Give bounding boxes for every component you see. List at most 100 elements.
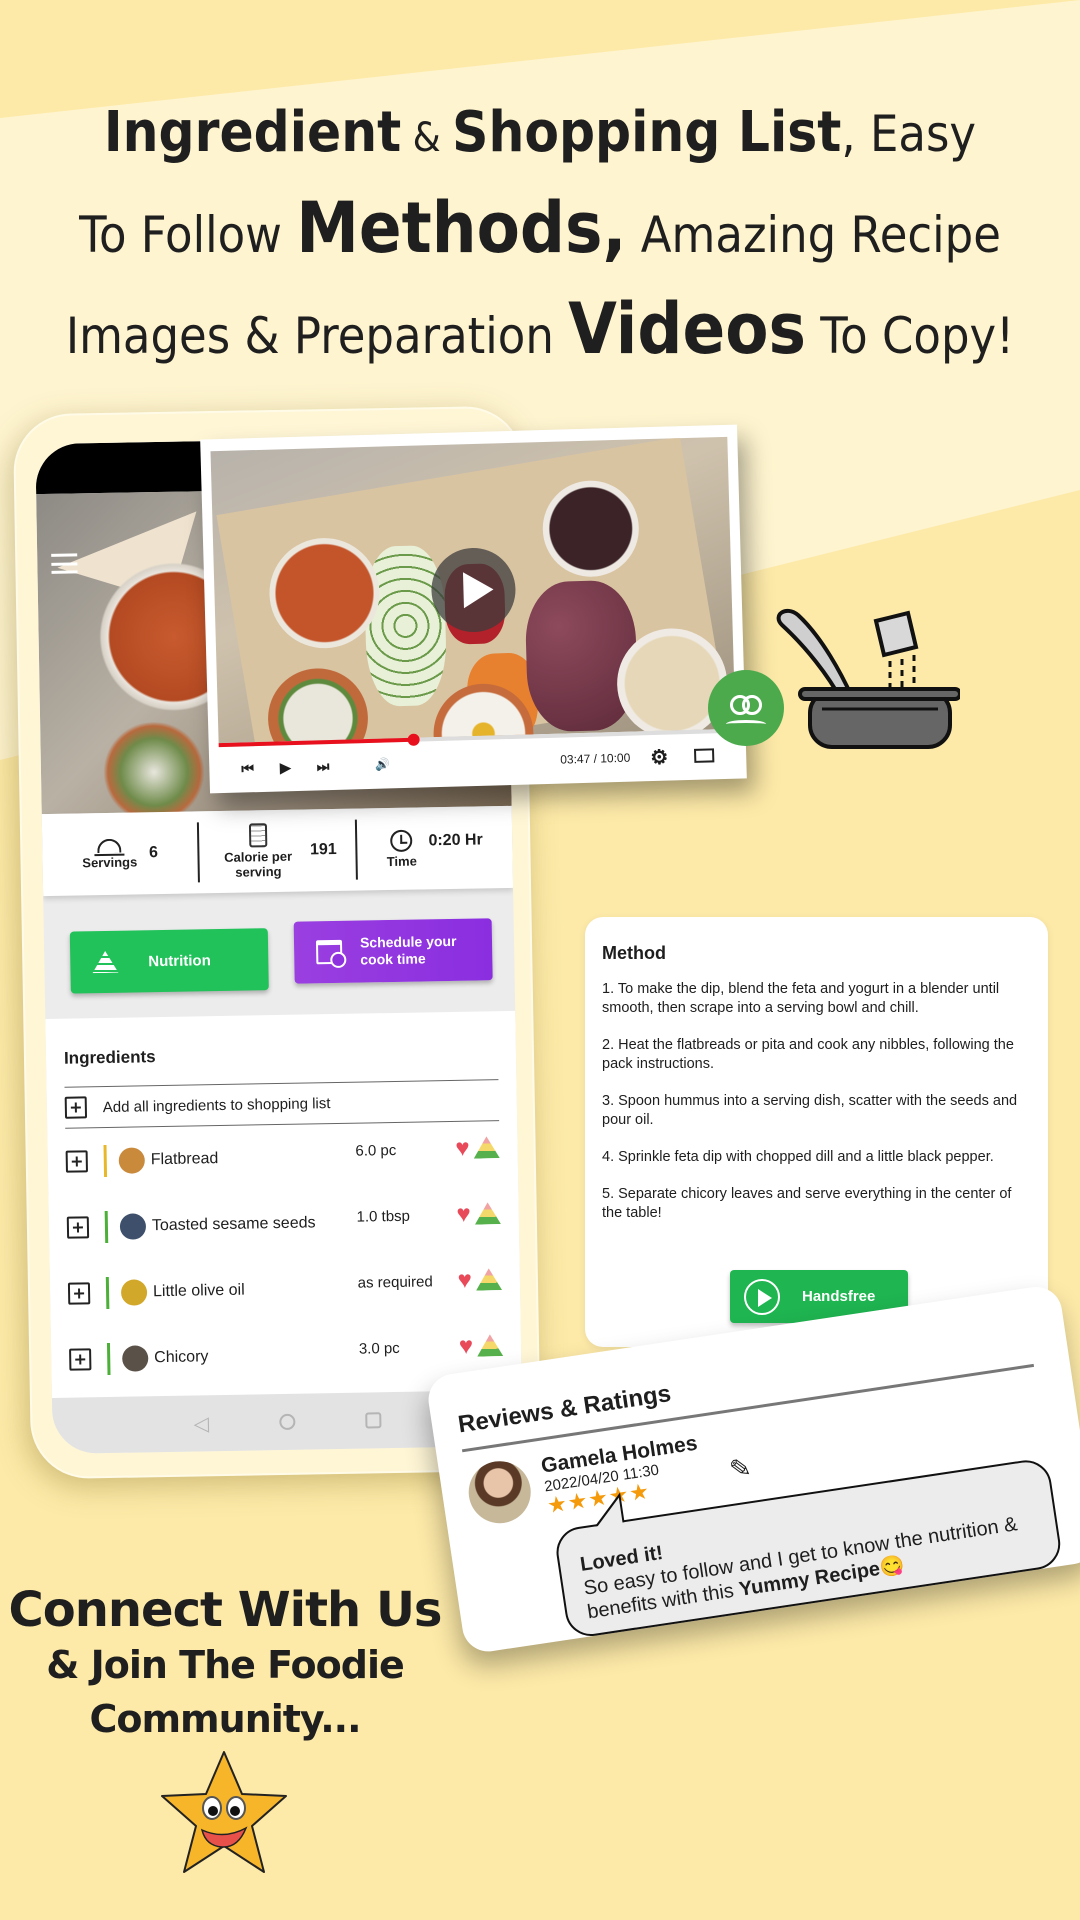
ingredient-name: Flatbread: [150, 1150, 219, 1169]
method-step: 5. Separate chicory leaves and serve eve…: [602, 1186, 1012, 1221]
stat-time: Time 0:20 Hr: [354, 816, 513, 880]
video-time: 03:47 / 10:00: [560, 750, 631, 767]
add-to-list-icon[interactable]: [67, 1282, 91, 1305]
headline-run: Videos: [568, 288, 807, 370]
headline-run: , Easy: [841, 105, 977, 163]
method-step: 4. Sprinkle feta dip with chopped dill a…: [602, 1149, 994, 1165]
nav-home-icon[interactable]: [278, 1413, 296, 1431]
fullscreen-icon[interactable]: [693, 748, 715, 763]
ingredient-thumbnail: [118, 1147, 146, 1174]
ingredient-thumbnail: [119, 1213, 147, 1240]
health-heart-icon[interactable]: ♥: [457, 1267, 472, 1294]
servings-label: Servings: [82, 853, 138, 870]
owl-eyes: [728, 693, 764, 723]
ingredients-panel: Ingredients Add all ingredients to shopp…: [45, 1010, 522, 1399]
headline-line-1: Ingredient & Shopping List, Easy: [54, 92, 1026, 187]
skip-forward-icon[interactable]: ⏭: [316, 758, 329, 775]
add-to-list-icon[interactable]: [66, 1216, 90, 1239]
connect-line-2: & Join The Foodie: [46, 1643, 405, 1687]
headline-run: To Copy!: [806, 307, 1015, 365]
video-thumbnail[interactable]: [210, 436, 736, 744]
play-circle-icon: [744, 1278, 780, 1315]
method-step: 1. To make the dip, blend the feta and y…: [602, 981, 1000, 1016]
connect-line-1: Connect With Us: [8, 1582, 443, 1638]
food-feta: [98, 721, 210, 824]
category-bar: [104, 1210, 109, 1244]
food-pyramid-icon: [92, 951, 118, 973]
play-icon[interactable]: ▶: [280, 759, 291, 776]
servings-value: 6: [148, 844, 159, 862]
headline-line-3: Images & Preparation Videos To Copy!: [54, 288, 1026, 389]
ingredient-row: Toasted sesame seeds 1.0 tbsp ♥: [66, 1187, 501, 1261]
nutrition-pyramid-icon[interactable]: [473, 1136, 499, 1158]
category-bar: [103, 1145, 108, 1178]
ingredient-quantity: 1.0 tbsp: [356, 1207, 411, 1226]
food-cucumber: [363, 544, 448, 707]
volume-icon[interactable]: 🔊: [375, 757, 390, 771]
headline-run: Shopping List: [452, 100, 842, 165]
method-steps: 1. To make the dip, blend the feta and y…: [602, 980, 1030, 1223]
headline-line-2: To Follow Methods, Amazing Recipe: [54, 187, 1026, 288]
connect-tagline: Connect With Us & Join The Foodie Commun…: [0, 1582, 450, 1746]
method-step: 2. Heat the flatbreads or pita and cook …: [602, 1037, 1014, 1072]
nav-back-icon[interactable]: ◁: [193, 1411, 209, 1436]
headline: Ingredient & Shopping List, Easy To Foll…: [54, 92, 1026, 389]
nav-recents-icon[interactable]: [364, 1412, 382, 1429]
cloche-icon: [97, 838, 122, 853]
ingredient-name: Chicory: [154, 1348, 209, 1367]
add-to-list-icon[interactable]: [65, 1150, 88, 1173]
ingredient-name: Toasted sesame seeds: [151, 1214, 316, 1235]
ingredient-quantity: 3.0 pc: [358, 1339, 400, 1358]
reviewer-avatar: [464, 1456, 535, 1528]
yum-emoji-icon: 😋: [878, 1554, 907, 1580]
category-bar: [105, 1276, 110, 1310]
ingredient-row: Little olive oil as required ♥: [67, 1253, 503, 1327]
hamburger-menu-icon[interactable]: [51, 553, 78, 574]
add-to-list-icon[interactable]: [69, 1348, 92, 1371]
edit-pencil-icon[interactable]: ✎: [727, 1452, 753, 1486]
headline-run: &: [401, 115, 453, 161]
calorie-label: Calorie per serving: [224, 848, 293, 880]
health-heart-icon[interactable]: ♥: [456, 1201, 471, 1228]
nutrition-pyramid-icon[interactable]: [475, 1202, 501, 1224]
ingredient-list: Flatbread 6.0 pc ♥ Toasted sesame seeds …: [65, 1121, 504, 1393]
nutrition-pyramid-icon[interactable]: [476, 1268, 502, 1290]
add-all-label: Add all ingredients to shopping list: [102, 1094, 331, 1116]
action-buttons: Nutrition Schedule your cook time: [43, 888, 515, 1006]
food-grapes: [524, 579, 639, 733]
health-heart-icon[interactable]: ♥: [459, 1333, 474, 1360]
time-label: Time: [386, 853, 417, 869]
schedule-cook-time-button[interactable]: Schedule your cook time: [293, 918, 493, 984]
reviewer-meta: Gamela Holmes 2022/04/20 11:30 ★★★★★: [540, 1432, 705, 1519]
handsfree-label: Handsfree: [802, 1288, 876, 1305]
calculator-icon: [248, 823, 267, 848]
connect-line-3: Community...: [89, 1697, 361, 1741]
category-bar: [106, 1342, 111, 1376]
clock-icon: [390, 829, 413, 852]
ingredient-thumbnail: [120, 1279, 148, 1306]
plus-box-icon: [64, 1096, 88, 1119]
gear-icon[interactable]: ⚙: [650, 744, 669, 769]
headline-run: Methods,: [296, 187, 627, 269]
nutrition-pyramid-icon[interactable]: [477, 1334, 503, 1356]
skip-back-icon[interactable]: ⏮: [241, 760, 254, 777]
health-heart-icon[interactable]: ♥: [455, 1135, 470, 1162]
time-value: 0:20 Hr: [428, 831, 483, 850]
method-title: Method: [602, 943, 666, 963]
review-text: So easy to follow and I get to know the …: [582, 1513, 1019, 1624]
schedule-label: Schedule your cook time: [359, 932, 457, 968]
owl-book: [726, 720, 766, 728]
calorie-value: 191: [309, 840, 337, 859]
headline-run: To Follow: [79, 206, 297, 264]
ingredient-quantity: 6.0 pc: [355, 1141, 397, 1160]
headline-run: Amazing Recipe: [626, 206, 1001, 264]
ingredient-thumbnail: [122, 1345, 149, 1372]
recipe-stats-bar: Servings 6 Calorie per serving 191 Time …: [41, 805, 514, 897]
nutrition-button[interactable]: Nutrition: [69, 928, 269, 994]
smiling-star-mascot-icon: [161, 1751, 287, 1873]
cooking-pot-icon: [776, 608, 960, 749]
ingredient-quantity: as required: [357, 1272, 433, 1292]
method-card: Method 1. To make the dip, blend the fet…: [585, 917, 1048, 1347]
headline-run: Ingredient: [103, 100, 402, 165]
ingredient-name: Little olive oil: [152, 1281, 245, 1301]
